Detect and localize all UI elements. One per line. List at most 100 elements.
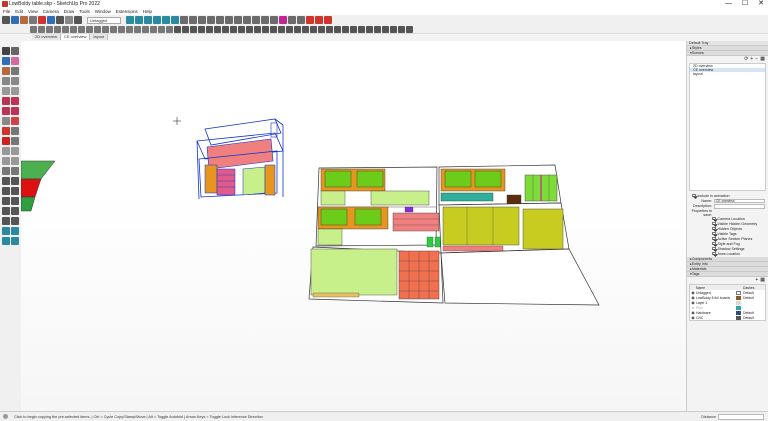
- orbit-tool-icon[interactable]: [174, 25, 181, 33]
- rotate-tool-icon[interactable]: [110, 25, 117, 33]
- previous-view-icon[interactable]: [214, 25, 221, 33]
- arrow-tool-icon[interactable]: [306, 16, 314, 24]
- zoom-extents-tool-icon[interactable]: [2, 197, 10, 205]
- model-info-icon[interactable]: [65, 16, 73, 24]
- paint-icon[interactable]: [2, 67, 10, 75]
- minimize-button[interactable]: —: [725, 0, 732, 8]
- wireframe-icon[interactable]: [198, 16, 206, 24]
- maximize-button[interactable]: ☐: [742, 0, 748, 8]
- arc-tool-icon[interactable]: [30, 25, 37, 33]
- eraser-icon[interactable]: [29, 16, 37, 24]
- zoom-icon[interactable]: [2, 187, 10, 195]
- iso-view-icon[interactable]: [126, 16, 134, 24]
- polygon-icon[interactable]: [11, 97, 19, 105]
- shaded-icon[interactable]: [216, 16, 224, 24]
- section-plane-tool-icon[interactable]: [11, 217, 19, 225]
- menu-view[interactable]: View: [28, 8, 38, 15]
- split-icon[interactable]: [350, 25, 357, 33]
- circle-tool-icon[interactable]: [54, 25, 61, 33]
- dynamic-component-icon[interactable]: [358, 25, 365, 33]
- tag-row[interactable]: ◉ Untagged Default: [690, 290, 765, 295]
- share-model-icon[interactable]: [11, 227, 19, 235]
- component-attributes-icon[interactable]: [382, 25, 389, 33]
- axes-location-checkbox[interactable]: [712, 251, 716, 256]
- print-icon[interactable]: [56, 16, 64, 24]
- tape-tool-icon[interactable]: [126, 25, 133, 33]
- walk-icon[interactable]: [11, 207, 19, 215]
- camera-location-checkbox[interactable]: [712, 216, 716, 221]
- tag-color-swatch[interactable]: [736, 315, 741, 320]
- freehand-tool-icon[interactable]: [70, 25, 77, 33]
- xray-icon[interactable]: [180, 16, 188, 24]
- look-around-tool-icon[interactable]: [2, 217, 10, 225]
- axes-tool-icon[interactable]: [158, 25, 165, 33]
- shadow-settings-checkbox[interactable]: [712, 246, 716, 251]
- hidden-line-icon[interactable]: [207, 16, 215, 24]
- protractor-icon[interactable]: [11, 147, 19, 155]
- offset-icon[interactable]: [11, 137, 19, 145]
- menu-help[interactable]: Help: [143, 8, 152, 15]
- tag-row[interactable]: ◉ CNC Default: [690, 315, 765, 320]
- menu-camera[interactable]: Camera: [43, 8, 59, 15]
- top-view-icon[interactable]: [135, 16, 143, 24]
- tag-color-swatch[interactable]: [736, 310, 741, 315]
- solid-inspector-icon[interactable]: [279, 16, 287, 24]
- remove-scene-icon[interactable]: −: [755, 56, 758, 62]
- pan-tool-icon[interactable]: [182, 25, 189, 33]
- generate-report-icon[interactable]: [390, 25, 397, 33]
- select-icon[interactable]: [2, 47, 10, 55]
- menu-tools[interactable]: Tools: [79, 8, 90, 15]
- union-icon[interactable]: [326, 25, 333, 33]
- hidden-objects-checkbox[interactable]: [712, 226, 716, 231]
- layout-tool-icon[interactable]: [11, 237, 19, 245]
- rectangle-icon[interactable]: [2, 87, 10, 95]
- scene-description-field[interactable]: [714, 204, 765, 209]
- sandbox-icon[interactable]: [302, 25, 309, 33]
- add-scene-icon[interactable]: +: [750, 56, 753, 62]
- zoom-tool-icon[interactable]: [190, 25, 197, 33]
- tag-row[interactable]: ◉ Hardware Default: [690, 310, 765, 315]
- tag-details-icon[interactable]: ▦: [760, 277, 765, 283]
- followme-tool-icon[interactable]: [86, 25, 93, 33]
- protractor-tool-icon[interactable]: [142, 25, 149, 33]
- scene-tab-layout[interactable]: layout: [90, 34, 109, 40]
- back-edges-icon[interactable]: [189, 16, 197, 24]
- pan-icon[interactable]: [11, 177, 19, 185]
- tag-color-swatch[interactable]: [736, 305, 741, 310]
- line-icon[interactable]: [2, 77, 10, 85]
- text-icon[interactable]: [2, 157, 10, 165]
- cut-tool-icon[interactable]: [315, 16, 323, 24]
- section-fill-icon[interactable]: [270, 25, 277, 33]
- redo-icon[interactable]: [47, 16, 55, 24]
- make-component-icon[interactable]: [2, 57, 10, 65]
- section-planes-checkbox[interactable]: [712, 236, 716, 241]
- back-view-icon[interactable]: [162, 16, 170, 24]
- pushpull-icon[interactable]: [2, 117, 10, 125]
- menu-edit[interactable]: Edit: [15, 8, 23, 15]
- look-around-icon[interactable]: [246, 25, 253, 33]
- hidden-geometry-checkbox[interactable]: [712, 221, 716, 226]
- section-cuts-icon[interactable]: [262, 25, 269, 33]
- tape-icon[interactable]: [11, 67, 19, 75]
- undo-icon[interactable]: [38, 16, 46, 24]
- monochrome-icon[interactable]: [234, 16, 242, 24]
- extension-tool-icon[interactable]: [2, 237, 10, 245]
- scene-tab-2d-overview[interactable]: 2D overview: [32, 34, 62, 40]
- lasso-icon[interactable]: [11, 47, 19, 55]
- scene-details-icon[interactable]: ▦: [760, 56, 765, 62]
- rect-tool-icon[interactable]: [46, 25, 53, 33]
- previous-icon[interactable]: [11, 197, 19, 205]
- update-scene-icon[interactable]: ⟳: [744, 56, 748, 62]
- tag-color-swatch[interactable]: [736, 300, 741, 305]
- interact-icon[interactable]: [366, 25, 373, 33]
- add-tag-icon[interactable]: +: [755, 277, 758, 283]
- stop-icon[interactable]: [324, 16, 332, 24]
- text-tool-icon[interactable]: [150, 25, 157, 33]
- right-view-icon[interactable]: [153, 16, 161, 24]
- section-plane-icon[interactable]: [288, 16, 296, 24]
- extension-manager-icon[interactable]: [270, 16, 278, 24]
- followme-icon[interactable]: [11, 117, 19, 125]
- move-tool-icon[interactable]: [118, 25, 125, 33]
- axes-icon[interactable]: [11, 157, 19, 165]
- tag-row[interactable]: ◉ LowBoldy 8 full boards Default: [690, 295, 765, 300]
